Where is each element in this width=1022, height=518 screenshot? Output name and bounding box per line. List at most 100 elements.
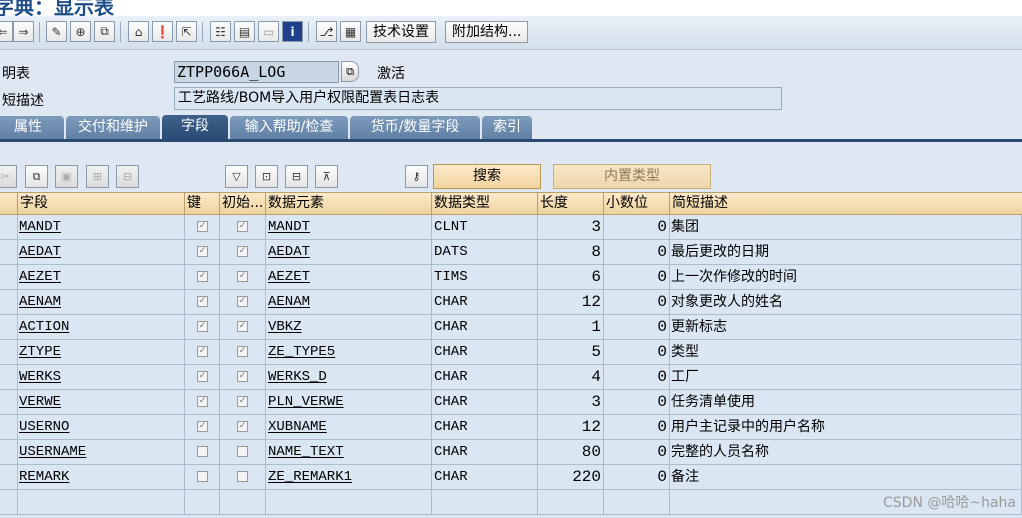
cut-icon[interactable]: ✂ bbox=[0, 165, 17, 188]
column-header-initial[interactable]: 初始... bbox=[220, 193, 266, 214]
short-desc-cell[interactable]: 更新标志 bbox=[670, 315, 1022, 339]
details-icon[interactable]: ⊡ bbox=[255, 165, 278, 188]
row-selector[interactable] bbox=[0, 440, 18, 464]
forward-icon[interactable]: ⇒ bbox=[13, 21, 34, 42]
initial-checkbox-checked[interactable]: ✓ bbox=[237, 321, 248, 332]
short-desc-cell[interactable]: 任务清单使用 bbox=[670, 390, 1022, 414]
column-header-length[interactable]: 长度 bbox=[538, 193, 604, 214]
initial-cell[interactable]: ✓ bbox=[220, 315, 266, 339]
decimals-cell[interactable]: 0 bbox=[604, 440, 670, 464]
table-name-field[interactable]: ZTPP066A_LOG bbox=[174, 61, 339, 83]
table-row[interactable]: USERNO ✓ ✓ XUBNAME CHAR 12 0 用户主记录中的用户名称 bbox=[0, 415, 1022, 440]
row-selector[interactable] bbox=[0, 265, 18, 289]
key-cell[interactable]: ✓ bbox=[185, 215, 220, 239]
empty-cell[interactable] bbox=[604, 490, 670, 514]
short-desc-cell[interactable]: 最后更改的日期 bbox=[670, 240, 1022, 264]
decimals-cell[interactable]: 0 bbox=[604, 315, 670, 339]
info-pin-icon[interactable]: ❗ bbox=[152, 21, 173, 42]
field-name-cell[interactable]: MANDT bbox=[18, 215, 185, 239]
row-selector[interactable] bbox=[0, 315, 18, 339]
column-header-short-desc[interactable]: 简短描述 bbox=[670, 193, 1022, 214]
key-checkbox-checked[interactable]: ✓ bbox=[197, 371, 208, 382]
decimals-cell[interactable]: 0 bbox=[604, 390, 670, 414]
column-header-data-type[interactable]: 数据类型 bbox=[432, 193, 538, 214]
data-element-cell[interactable]: AEZET bbox=[266, 265, 432, 289]
data-type-cell[interactable]: CHAR bbox=[432, 465, 538, 489]
length-cell[interactable]: 3 bbox=[538, 215, 604, 239]
data-element-cell[interactable]: AEDAT bbox=[266, 240, 432, 264]
data-type-cell[interactable]: TIMS bbox=[432, 265, 538, 289]
data-type-cell[interactable]: DATS bbox=[432, 240, 538, 264]
info-icon[interactable]: i bbox=[282, 21, 303, 42]
where-used-icon[interactable]: ⇱ bbox=[176, 21, 197, 42]
row-selector[interactable] bbox=[0, 365, 18, 389]
graphic-icon[interactable]: ⎇ bbox=[316, 21, 337, 42]
initial-checkbox-checked[interactable]: ✓ bbox=[237, 371, 248, 382]
key-cell[interactable]: ✓ bbox=[185, 315, 220, 339]
row-selector[interactable] bbox=[0, 340, 18, 364]
key-cell[interactable]: ✓ bbox=[185, 240, 220, 264]
initial-cell[interactable]: ✓ bbox=[220, 240, 266, 264]
check-icon[interactable]: ⧉ bbox=[94, 21, 115, 42]
key-checkbox-checked[interactable]: ✓ bbox=[197, 346, 208, 357]
row-selector[interactable] bbox=[0, 415, 18, 439]
empty-table-row[interactable] bbox=[0, 490, 1022, 515]
key-cell[interactable]: ✓ bbox=[185, 390, 220, 414]
length-cell[interactable]: 5 bbox=[538, 340, 604, 364]
short-desc-field[interactable]: 工艺路线/BOM导入用户权限配置表日志表 bbox=[174, 87, 782, 110]
key-cell[interactable] bbox=[185, 465, 220, 489]
table-row[interactable]: AENAM ✓ ✓ AENAM CHAR 12 0 对象更改人的姓名 bbox=[0, 290, 1022, 315]
data-element-cell[interactable]: PLN_VERWE bbox=[266, 390, 432, 414]
layout-icon[interactable]: ⊟ bbox=[285, 165, 308, 188]
column-header-decimals[interactable]: 小数位 bbox=[604, 193, 670, 214]
length-cell[interactable]: 220 bbox=[538, 465, 604, 489]
key-cell[interactable]: ✓ bbox=[185, 340, 220, 364]
table-row[interactable]: ZTYPE ✓ ✓ ZE_TYPE5 CHAR 5 0 类型 bbox=[0, 340, 1022, 365]
row-selector[interactable] bbox=[0, 390, 18, 414]
table-row[interactable]: AEDAT ✓ ✓ AEDAT DATS 8 0 最后更改的日期 bbox=[0, 240, 1022, 265]
table-row[interactable]: VERWE ✓ ✓ PLN_VERWE CHAR 3 0 任务清单使用 bbox=[0, 390, 1022, 415]
table-row[interactable]: WERKS ✓ ✓ WERKS_D CHAR 4 0 工厂 bbox=[0, 365, 1022, 390]
decimals-cell[interactable]: 0 bbox=[604, 365, 670, 389]
initial-checkbox-checked[interactable]: ✓ bbox=[237, 421, 248, 432]
key-checkbox-checked[interactable]: ✓ bbox=[197, 271, 208, 282]
paste-icon[interactable]: ▣ bbox=[55, 165, 78, 188]
data-element-cell[interactable]: AENAM bbox=[266, 290, 432, 314]
initial-cell[interactable]: ✓ bbox=[220, 390, 266, 414]
key-search-icon[interactable]: ⚷ bbox=[405, 165, 428, 188]
key-cell[interactable]: ✓ bbox=[185, 415, 220, 439]
empty-cell[interactable] bbox=[220, 490, 266, 514]
row-selector[interactable] bbox=[0, 215, 18, 239]
display-change-icon[interactable]: ✎ bbox=[46, 21, 67, 42]
filter-down-icon[interactable]: ▽ bbox=[225, 165, 248, 188]
initial-checkbox-checked[interactable]: ✓ bbox=[237, 271, 248, 282]
field-name-cell[interactable]: ACTION bbox=[18, 315, 185, 339]
table-row[interactable]: MANDT ✓ ✓ MANDT CLNT 3 0 集团 bbox=[0, 215, 1022, 240]
table-row[interactable]: REMARK ZE_REMARK1 CHAR 220 0 备注 bbox=[0, 465, 1022, 490]
length-cell[interactable]: 4 bbox=[538, 365, 604, 389]
tab-fields[interactable]: 字段 bbox=[162, 115, 228, 140]
short-desc-cell[interactable]: 完整的人员名称 bbox=[670, 440, 1022, 464]
initial-cell[interactable]: ✓ bbox=[220, 215, 266, 239]
decimals-cell[interactable]: 0 bbox=[604, 340, 670, 364]
empty-cell[interactable] bbox=[432, 490, 538, 514]
length-cell[interactable]: 12 bbox=[538, 415, 604, 439]
key-cell[interactable] bbox=[185, 440, 220, 464]
insert-row-icon[interactable]: ⊞ bbox=[86, 165, 109, 188]
short-desc-cell[interactable]: 工厂 bbox=[670, 365, 1022, 389]
table-row[interactable]: ACTION ✓ ✓ VBKZ CHAR 1 0 更新标志 bbox=[0, 315, 1022, 340]
row-selector[interactable] bbox=[0, 240, 18, 264]
initial-cell[interactable]: ✓ bbox=[220, 265, 266, 289]
decimals-cell[interactable]: 0 bbox=[604, 415, 670, 439]
search-button[interactable]: 搜索 bbox=[433, 164, 541, 189]
data-element-cell[interactable]: XUBNAME bbox=[266, 415, 432, 439]
key-cell[interactable]: ✓ bbox=[185, 265, 220, 289]
copy-icon[interactable]: ⧉ bbox=[341, 61, 359, 82]
empty-cell[interactable] bbox=[266, 490, 432, 514]
key-checkbox-checked[interactable]: ✓ bbox=[197, 296, 208, 307]
empty-cell[interactable] bbox=[538, 490, 604, 514]
builtin-type-button[interactable]: 内置类型 bbox=[553, 164, 711, 189]
row-selector[interactable] bbox=[0, 465, 18, 489]
other-object-icon[interactable]: ⊕ bbox=[70, 21, 91, 42]
initial-checkbox[interactable] bbox=[237, 471, 248, 482]
